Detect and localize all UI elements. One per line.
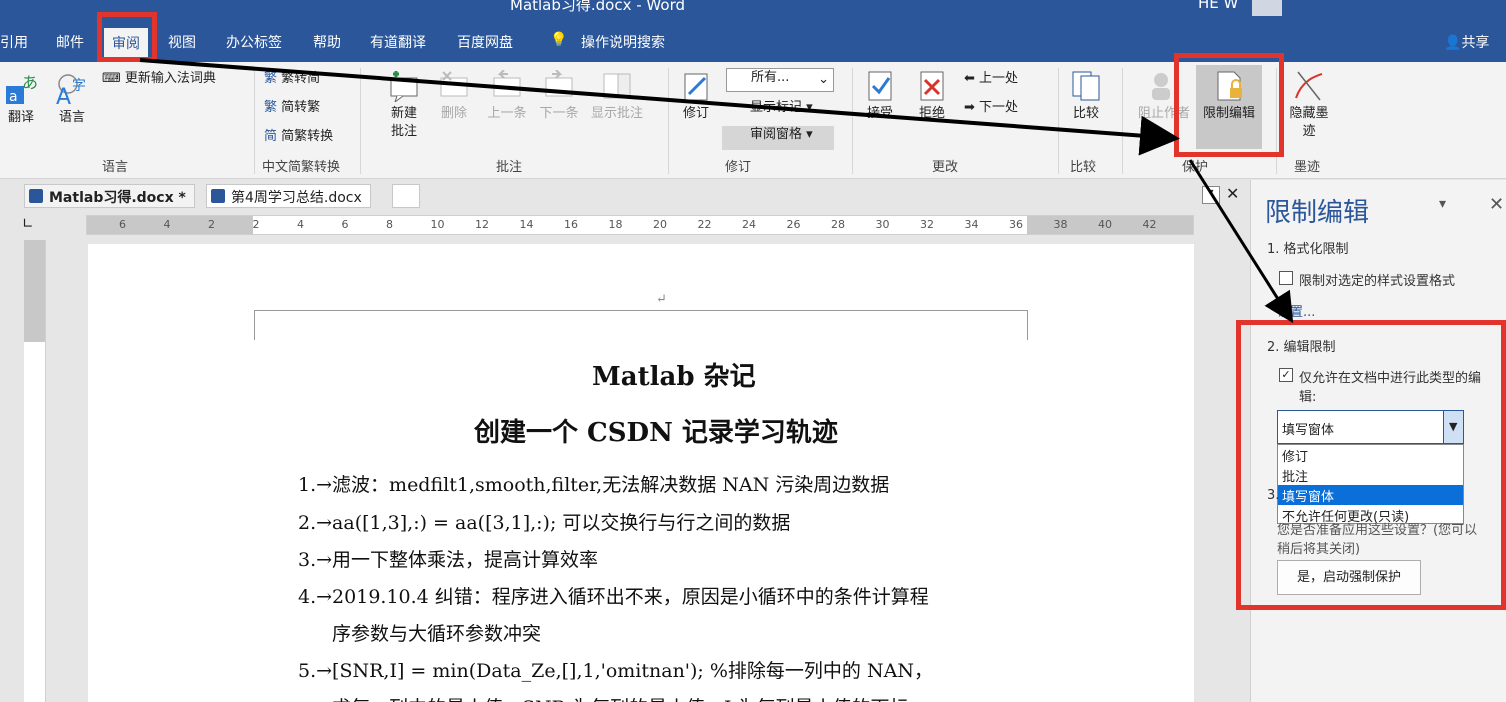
arrow-to-pane — [1188, 159, 1294, 324]
arrow-to-restrict-editing — [139, 58, 1180, 156]
annotation-arrows — [139, 58, 1294, 324]
